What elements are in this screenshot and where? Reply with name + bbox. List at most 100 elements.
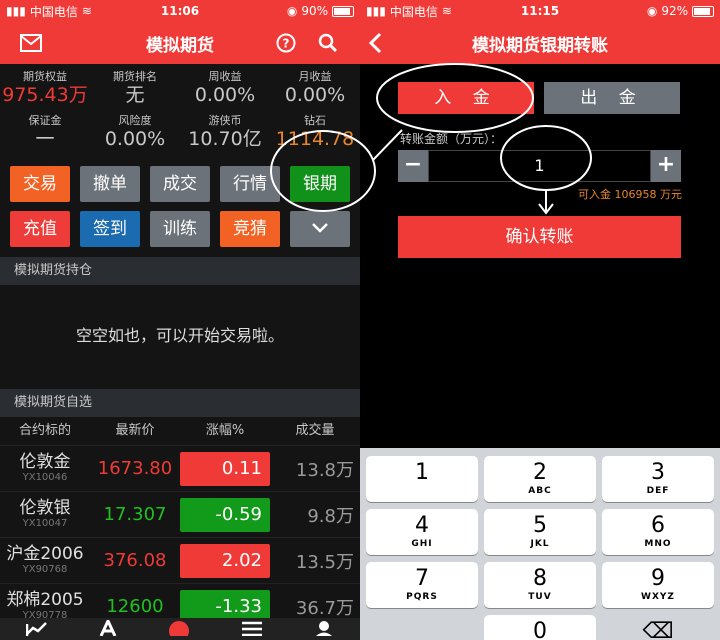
increment-button[interactable]: + <box>651 150 681 182</box>
cancel-order-button[interactable]: 撤单 <box>80 166 140 202</box>
back-arrow-icon[interactable] <box>368 22 382 64</box>
watchlist-section-title: 模拟期货自选 <box>0 389 360 417</box>
svg-text:?: ? <box>283 37 290 51</box>
available-amount: 可入金 106958 万元 <box>578 188 682 201</box>
wifi-icon: ≋ <box>441 4 452 18</box>
key-6[interactable]: 6 MNO <box>602 509 714 555</box>
col-volume[interactable]: 成交量 <box>270 417 360 445</box>
carrier-label: 中国电信 <box>29 4 78 19</box>
key-7[interactable]: 7 PQRS <box>366 562 478 608</box>
stat-futures-equity: 期货权益 975.43万 <box>2 70 88 106</box>
confirm-transfer-button[interactable]: 确认转账 <box>398 216 681 258</box>
numeric-keyboard: 1 2 ABC 3 DEF 4 GHI 5 JKL 6 MNO 7 PQRS 8 TUV 9W… <box>360 448 720 640</box>
signal-icon: ▮▮▮ <box>6 4 26 18</box>
quiz-button[interactable]: 竞猜 <box>220 211 280 247</box>
orientation-lock-icon: ◉ <box>286 4 298 18</box>
training-button[interactable]: 训练 <box>150 211 210 247</box>
stat-risk: 风险度 0.00% <box>104 114 166 150</box>
stat-margin: 保证金一 <box>28 114 62 150</box>
stat-diamonds: 钻石 1114.78 <box>275 114 355 150</box>
chevron-down-icon <box>312 223 328 233</box>
last-price: 1673.80 <box>97 458 173 479</box>
bank-futures-button[interactable]: 银期 <box>290 166 350 202</box>
change-badge: -0.59 <box>180 497 270 532</box>
key-3[interactable]: 3 DEF <box>602 456 714 502</box>
status-bar: ▮▮▮ 中国电信 ≋ 11:06 ◉ 90% <box>0 0 360 22</box>
table-row[interactable]: 伦敦金 YX10046 1673.80 0.11 13.8万 <box>0 445 360 491</box>
last-price: 17.307 <box>103 504 167 525</box>
amount-input[interactable]: 1 <box>428 150 651 182</box>
key-1[interactable]: 1 <box>366 456 478 502</box>
stat-weekly-return: 周收益 0.00% <box>194 70 256 106</box>
key-blank <box>366 615 478 640</box>
nav-bar: 模拟期货 ? <box>0 22 360 64</box>
globe-icon[interactable] <box>168 620 190 640</box>
key-0[interactable]: 0 <box>484 615 596 640</box>
last-price: 376.08 <box>103 550 167 571</box>
contract-code: YX10046 <box>22 472 68 483</box>
contract-name: 伦敦金 <box>19 452 71 472</box>
contract-name: 郑棉2005 <box>6 590 84 610</box>
tab-withdraw[interactable]: 出 金 <box>544 82 680 114</box>
status-bar: ▮▮▮ 中国电信 ≋ 11:15 ◉ 92% <box>360 0 720 22</box>
checkin-button[interactable]: 签到 <box>80 211 140 247</box>
change-badge: 2.02 <box>180 543 270 578</box>
volume: 36.7万 <box>295 597 354 619</box>
key-8[interactable]: 8 TUV <box>484 562 596 608</box>
market-button[interactable]: 行情 <box>220 166 280 202</box>
mail-icon[interactable] <box>20 22 42 64</box>
holdings-section-title: 模拟期货持仓 <box>0 257 360 285</box>
trade-button[interactable]: 交易 <box>10 166 70 202</box>
key-2[interactable]: 2 ABC <box>484 456 596 502</box>
table-row[interactable]: 伦敦银 YX10047 17.307 -0.59 9.8万 <box>0 491 360 537</box>
page-title: 模拟期货 <box>146 35 214 56</box>
volume: 13.8万 <box>295 459 354 481</box>
battery-percent: 92% <box>661 4 688 18</box>
amount-stepper: − 1 + <box>398 150 681 182</box>
col-price[interactable]: 最新价 <box>90 417 180 445</box>
list-icon[interactable] <box>241 620 263 640</box>
futures-home-screen: ▮▮▮ 中国电信 ≋ 11:06 ◉ 90% 模拟期货 ? 期货权益 975.43万 期… <box>0 0 360 640</box>
carrier-label: 中国电信 <box>389 4 438 19</box>
stat-coins: 游侠币 10.70亿 <box>188 114 262 150</box>
expand-button[interactable] <box>290 211 350 247</box>
battery-icon <box>332 5 354 17</box>
wifi-icon: ≋ <box>81 4 92 18</box>
contract-name: 沪金2006 <box>6 544 84 564</box>
backspace-key[interactable]: ⌫ <box>602 615 714 640</box>
letter-a-icon[interactable] <box>99 617 117 640</box>
key-9[interactable]: 9 WXYZ <box>602 562 714 608</box>
search-icon[interactable] <box>318 22 338 64</box>
stat-futures-rank: 期货排名无 <box>113 70 157 106</box>
nav-bar: 模拟期货银期转账 <box>360 22 720 64</box>
battery-percent: 90% <box>301 4 328 18</box>
change-badge: 0.11 <box>180 451 270 486</box>
bank-futures-transfer-screen: ▮▮▮ 中国电信 ≋ 11:15 ◉ 92% 模拟期货银期转账 入 金 出 金 转账金… <box>360 0 720 640</box>
col-contract[interactable]: 合约标的 <box>0 417 90 445</box>
last-price: 12600 <box>106 596 164 617</box>
signal-icon: ▮▮▮ <box>366 4 386 18</box>
contract-code: YX10047 <box>22 518 68 529</box>
stat-monthly-return: 月收益 0.00% <box>284 70 346 106</box>
col-change[interactable]: 涨幅% <box>180 417 270 445</box>
orientation-lock-icon: ◉ <box>646 4 658 18</box>
volume: 13.5万 <box>295 551 354 573</box>
key-4[interactable]: 4 GHI <box>366 509 478 555</box>
backspace-icon: ⌫ <box>642 619 674 640</box>
contract-code: YX90768 <box>22 564 68 575</box>
tab-deposit[interactable]: 入 金 <box>398 82 534 114</box>
account-stats: 期货权益 975.43万 期货排名无 周收益 0.00% 月收益 0.00% 保证金一… <box>0 64 360 160</box>
holdings-empty-text: 空空如也，可以开始交易啦。 <box>75 326 284 345</box>
recharge-button[interactable]: 充值 <box>10 211 70 247</box>
transfer-direction-tabs: 入 金 出 金 <box>398 82 680 114</box>
decrement-button[interactable]: − <box>398 150 428 182</box>
volume: 9.8万 <box>307 505 354 527</box>
page-title: 模拟期货银期转账 <box>472 35 608 56</box>
help-icon[interactable]: ? <box>276 22 296 64</box>
chart-icon[interactable] <box>25 620 48 640</box>
key-5[interactable]: 5 JKL <box>484 509 596 555</box>
user-icon[interactable] <box>314 620 334 640</box>
table-row[interactable]: 沪金2006 YX90768 376.08 2.02 13.5万 <box>0 537 360 583</box>
watchlist-header: 合约标的 最新价 涨幅% 成交量 <box>0 417 360 445</box>
deals-button[interactable]: 成交 <box>150 166 210 202</box>
